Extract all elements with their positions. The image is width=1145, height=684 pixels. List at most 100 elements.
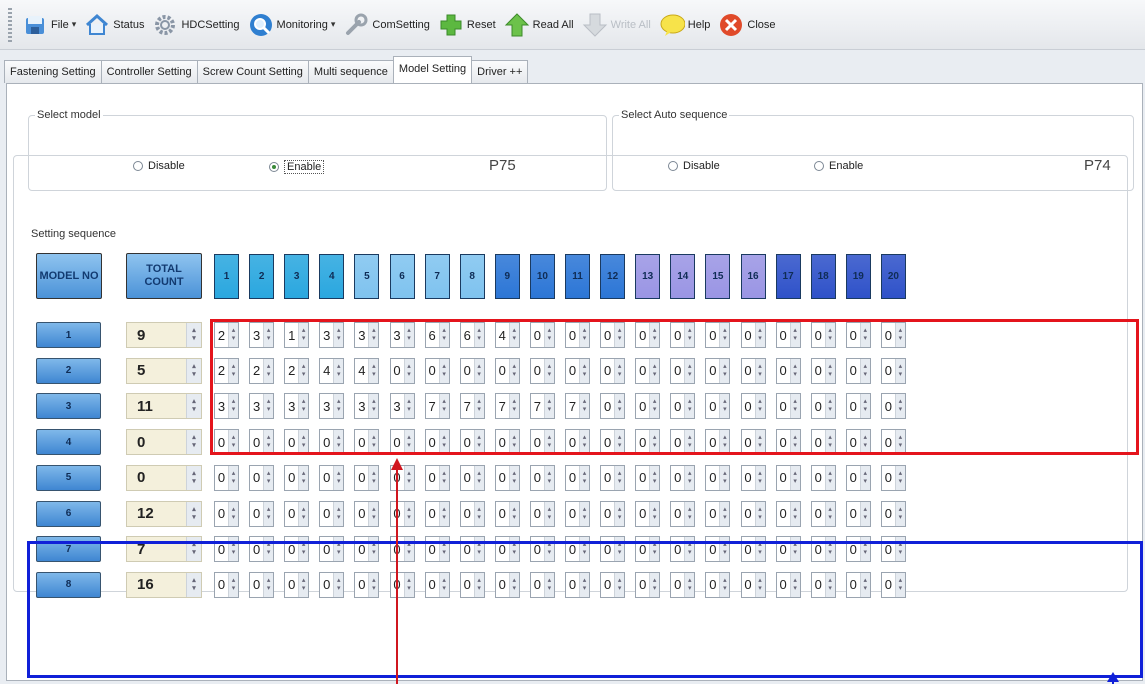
spinner-icon[interactable]: ▴ ▾ [859,430,870,455]
spinner-icon[interactable]: ▴ ▾ [754,465,765,490]
sequence-value-field[interactable]: 0▴▾ [600,500,626,527]
spinner-icon[interactable]: ▴ ▾ [263,501,274,526]
close-button[interactable]: Close [714,5,779,45]
sequence-value-field[interactable]: 0▴▾ [319,536,345,563]
sequence-value-field[interactable]: 0▴▾ [565,536,590,563]
column-header-18[interactable]: 18 [810,254,836,299]
spinner-icon[interactable]: ▴ ▾ [333,501,344,526]
spinner-icon[interactable]: ▴ ▾ [473,572,484,597]
sequence-value-field[interactable]: 0▴▾ [600,571,626,598]
tab-screw-count-setting[interactable]: Screw Count Setting [196,60,309,83]
spinner-icon[interactable]: ▴ ▾ [508,465,519,490]
sequence-value-field[interactable]: 0▴▾ [214,464,239,491]
spinner-icon[interactable]: ▴ ▾ [186,394,201,419]
sequence-value-field[interactable]: 7 ▴ ▾ [424,393,450,420]
spinner-icon[interactable]: ▴ ▾ [614,537,625,562]
com-setting-button[interactable]: ComSetting [339,5,433,45]
column-header-9[interactable]: 9 [494,254,520,299]
spinner-icon[interactable]: ▴ ▾ [508,394,519,419]
spinner-icon[interactable]: ▴ ▾ [719,465,730,490]
sequence-value-field[interactable]: 0▴▾ [810,464,836,491]
sequence-value-field[interactable]: 0▴▾ [459,536,485,563]
spinner-icon[interactable]: ▴ ▾ [473,430,484,455]
sequence-value-field[interactable]: 4 ▴ ▾ [354,357,380,384]
spinner-icon[interactable]: ▴ ▾ [438,572,449,597]
column-header-20[interactable]: 20 [880,254,906,299]
read-all-button[interactable]: Read All [500,5,578,45]
spinner-icon[interactable]: ▴ ▾ [403,465,414,490]
sequence-value-field[interactable]: 3 ▴ ▾ [389,393,415,420]
spinner-icon[interactable]: ▴ ▾ [754,537,765,562]
sequence-value-field[interactable]: 0▴▾ [740,357,766,384]
spinner-icon[interactable]: ▴ ▾ [824,501,835,526]
column-header-19[interactable]: 19 [845,254,871,299]
spinner-icon[interactable]: ▴ ▾ [859,572,870,597]
sequence-value-field[interactable]: 0▴▾ [600,536,626,563]
total-count-field[interactable]: 12 ▴ ▾ [126,500,202,527]
spinner-icon[interactable]: ▴ ▾ [859,537,870,562]
sequence-value-field[interactable]: 0▴▾ [529,357,555,384]
sequence-value-field[interactable]: 0▴▾ [389,500,415,527]
spinner-icon[interactable]: ▴ ▾ [263,394,274,419]
sequence-value-field[interactable]: 0▴▾ [635,393,661,420]
spinner-icon[interactable]: ▴ ▾ [473,465,484,490]
spinner-icon[interactable]: ▴ ▾ [614,430,625,455]
spinner-icon[interactable]: ▴ ▾ [579,572,589,597]
sequence-value-field[interactable]: 0▴▾ [775,464,801,491]
tab-driver-plus[interactable]: Driver ++ [471,60,529,83]
sequence-value-field[interactable]: 2 ▴ ▾ [249,357,275,384]
spinner-icon[interactable]: ▴ ▾ [438,430,449,455]
sequence-value-field[interactable]: 0▴▾ [670,322,696,348]
sequence-value-field[interactable]: 0▴▾ [845,393,871,420]
spinner-icon[interactable]: ▴ ▾ [894,323,905,347]
reset-button[interactable]: Reset [434,5,500,45]
spinner-icon[interactable]: ▴ ▾ [543,358,554,383]
sequence-value-field[interactable]: 0▴▾ [635,500,661,527]
sequence-value-field[interactable]: 0▴▾ [565,500,590,527]
sequence-value-field[interactable]: 0▴▾ [705,536,731,563]
sequence-value-field[interactable]: 0▴▾ [670,536,696,563]
spinner-icon[interactable]: ▴ ▾ [403,394,414,419]
sequence-value-field[interactable]: 0▴▾ [845,429,871,456]
status-button[interactable]: Status [80,5,148,45]
spinner-icon[interactable]: ▴ ▾ [473,537,484,562]
spinner-icon[interactable]: ▴ ▾ [614,394,625,419]
total-count-field[interactable]: 7 ▴ ▾ [126,536,202,563]
column-header-12[interactable]: 12 [600,254,626,299]
spinner-icon[interactable]: ▴ ▾ [824,394,835,419]
sequence-value-field[interactable]: 0▴▾ [810,500,836,527]
sequence-value-field[interactable]: 0▴▾ [670,393,696,420]
spinner-icon[interactable]: ▴ ▾ [579,537,589,562]
sequence-value-field[interactable]: 1 ▴ ▾ [284,322,310,348]
spinner-icon[interactable]: ▴ ▾ [228,323,238,347]
sequence-value-field[interactable]: 0▴▾ [600,464,626,491]
sequence-value-field[interactable]: 0▴▾ [424,571,450,598]
spinner-icon[interactable]: ▴ ▾ [186,501,201,526]
spinner-icon[interactable]: ▴ ▾ [543,501,554,526]
sequence-value-field[interactable]: 3 ▴ ▾ [249,322,275,348]
sequence-value-field[interactable]: 0▴▾ [529,322,555,348]
sequence-value-field[interactable]: 0▴▾ [740,429,766,456]
spinner-icon[interactable]: ▴ ▾ [614,501,625,526]
sequence-value-field[interactable]: 0▴▾ [810,322,836,348]
sequence-value-field[interactable]: 0▴▾ [775,393,801,420]
sequence-value-field[interactable]: 0▴▾ [354,500,380,527]
spinner-icon[interactable]: ▴ ▾ [368,323,379,347]
sequence-value-field[interactable]: 4 ▴ ▾ [319,357,345,384]
spinner-icon[interactable]: ▴ ▾ [789,465,800,490]
model-row-button-8[interactable]: 8 [36,571,101,598]
sequence-value-field[interactable]: 0▴▾ [810,571,836,598]
sequence-value-field[interactable]: 3 ▴ ▾ [249,393,275,420]
sequence-value-field[interactable]: 0▴▾ [214,429,239,456]
column-header-3[interactable]: 3 [284,254,310,299]
spinner-icon[interactable]: ▴ ▾ [859,358,870,383]
sequence-value-field[interactable]: 0▴▾ [424,429,450,456]
spinner-icon[interactable]: ▴ ▾ [649,465,660,490]
spinner-icon[interactable]: ▴ ▾ [614,572,625,597]
sequence-value-field[interactable]: 0▴▾ [354,429,380,456]
spinner-icon[interactable]: ▴ ▾ [824,572,835,597]
sequence-value-field[interactable]: 2 ▴ ▾ [214,322,239,348]
spinner-icon[interactable]: ▴ ▾ [298,501,309,526]
spinner-icon[interactable]: ▴ ▾ [684,465,695,490]
spinner-icon[interactable]: ▴ ▾ [719,394,730,419]
